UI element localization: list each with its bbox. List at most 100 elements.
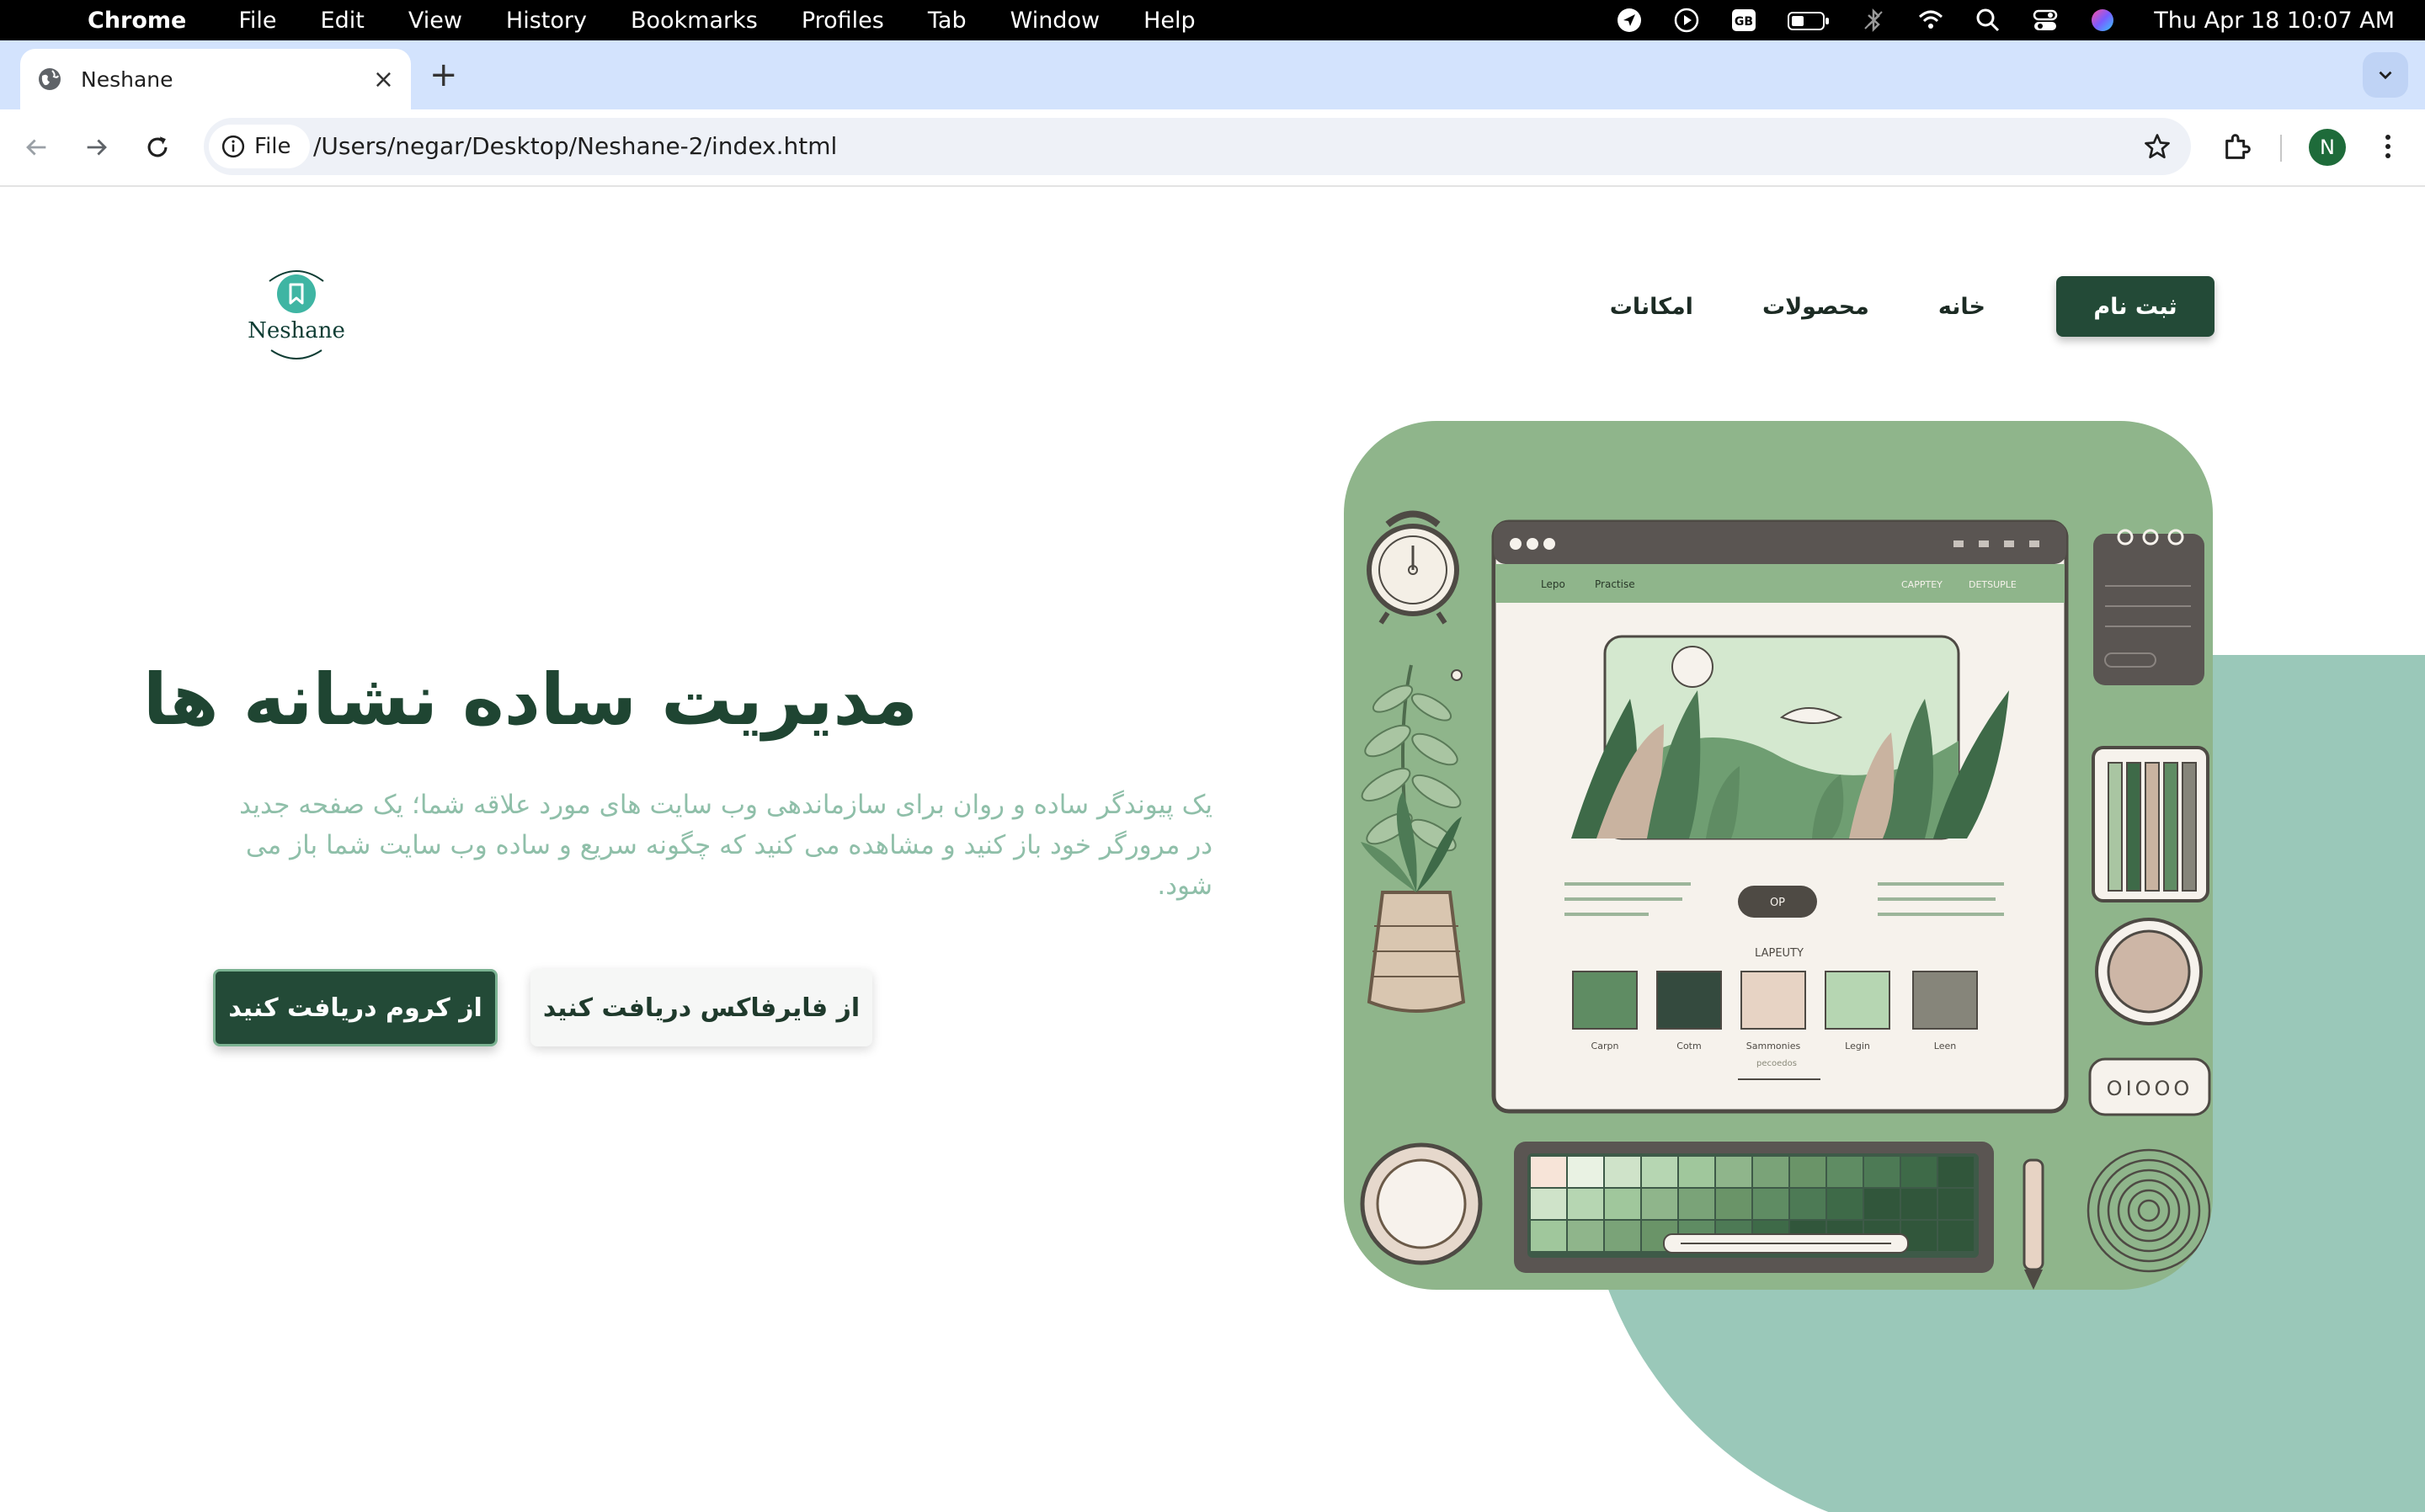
site-info-label: File xyxy=(254,134,291,159)
chrome-menu-button[interactable] xyxy=(2373,130,2403,163)
battery-icon[interactable] xyxy=(1787,8,1831,33)
nav-home[interactable]: خانه xyxy=(1938,294,1985,320)
globe-icon xyxy=(39,68,61,90)
menu-tab[interactable]: Tab xyxy=(928,8,967,34)
web-page: Neshane ثبت نام خانه محصولات امکانات مدی… xyxy=(0,187,2425,1512)
palette-cell xyxy=(1531,1157,1566,1187)
tab-title: Neshane xyxy=(81,67,173,92)
bookmark-logo-icon xyxy=(269,270,324,359)
arrow-left-icon xyxy=(26,139,46,156)
keyboard-layout-icon[interactable]: GB xyxy=(1729,8,1758,33)
reload-button[interactable] xyxy=(135,125,180,170)
close-tab-icon[interactable]: × xyxy=(373,65,394,94)
mockup-nav-right-1: CAPPTEY xyxy=(1901,579,1943,590)
reload-icon xyxy=(147,136,168,157)
new-tab-button[interactable]: + xyxy=(429,56,458,94)
forward-button[interactable] xyxy=(74,125,120,170)
hero-illustration: Lepo Practise CAPPTEY DETSUPLE OP LAPEUT… xyxy=(1344,421,2213,1290)
palette-cell xyxy=(1753,1189,1788,1219)
menu-profiles[interactable]: Profiles xyxy=(802,8,884,34)
palette-cell xyxy=(1864,1189,1900,1219)
palette-cell xyxy=(1827,1189,1863,1219)
palette-cell xyxy=(1642,1157,1677,1187)
color-palette-tray xyxy=(1514,1142,1994,1273)
download-firefox-button[interactable]: از فایرفاکس دریافت کنید xyxy=(530,969,872,1046)
palette-cell xyxy=(1568,1221,1603,1251)
menubar-clock[interactable]: Thu Apr 18 10:07 AM xyxy=(2154,8,2395,34)
toggle-badge: OIOOO xyxy=(2088,1057,2211,1116)
palette-cell xyxy=(1716,1189,1751,1219)
control-center-icon[interactable] xyxy=(2031,8,2060,33)
palette-cell xyxy=(1938,1157,1974,1187)
round-plate-icon xyxy=(1360,1142,1483,1265)
mockup-nav-left-2: Practise xyxy=(1595,578,1635,590)
url-text[interactable]: /Users/negar/Desktop/Neshane-2/index.htm… xyxy=(313,118,837,175)
menu-view[interactable]: View xyxy=(408,8,462,34)
workspace-illustration: Lepo Practise CAPPTEY DETSUPLE OP LAPEUT… xyxy=(1360,510,2211,1290)
wifi-icon[interactable] xyxy=(1916,8,1945,33)
mockup-swatch-label-1: Carpn xyxy=(1591,1041,1619,1051)
spiral-coaster-icon xyxy=(2087,1148,2211,1273)
play-icon[interactable] xyxy=(1672,8,1701,33)
info-icon xyxy=(221,135,245,158)
mockup-swatch-label-4: Legin xyxy=(1845,1041,1870,1051)
menu-history[interactable]: History xyxy=(506,8,587,34)
tab-neshane[interactable]: Neshane × xyxy=(20,49,411,109)
mockup-pill-label: OP xyxy=(1770,897,1785,909)
profile-avatar[interactable]: N xyxy=(2309,129,2346,166)
coffee-cup-icon xyxy=(2095,918,2203,1025)
mockup-swatch-label-2: Cotm xyxy=(1676,1041,1701,1051)
extensions-puzzle-icon[interactable] xyxy=(2221,130,2255,163)
palette-cell xyxy=(1864,1157,1900,1187)
palette-cell xyxy=(1716,1157,1751,1187)
download-chrome-button[interactable]: از کروم دریافت کنید xyxy=(213,969,498,1046)
palette-cell xyxy=(1827,1157,1863,1187)
address-bar[interactable]: File /Users/negar/Desktop/Neshane-2/inde… xyxy=(204,118,2191,175)
palette-cell xyxy=(1531,1189,1566,1219)
palette-cell xyxy=(1568,1189,1603,1219)
tab-strip: Neshane × + xyxy=(0,40,2425,109)
location-icon[interactable] xyxy=(1615,8,1644,33)
tab-search-button[interactable] xyxy=(2363,52,2408,98)
mockup-nav-left-1: Lepo xyxy=(1541,578,1565,590)
palette-cell xyxy=(1679,1157,1714,1187)
menu-edit[interactable]: Edit xyxy=(321,8,365,34)
spotlight-icon[interactable] xyxy=(1974,8,2002,33)
mockup-swatch-sublabel: pecoedos xyxy=(1756,1059,1797,1068)
browser-mockup: Lepo Practise CAPPTEY DETSUPLE OP LAPEUT… xyxy=(1491,519,2069,1114)
site-logo[interactable]: Neshane xyxy=(244,263,349,365)
menu-file[interactable]: File xyxy=(238,8,276,34)
palette-cell xyxy=(1790,1189,1825,1219)
signup-button[interactable]: ثبت نام xyxy=(2056,276,2214,337)
palette-cell xyxy=(1938,1221,1974,1251)
menu-app-name[interactable]: Chrome xyxy=(88,8,186,34)
back-button[interactable] xyxy=(13,125,59,170)
bookmark-star-icon[interactable] xyxy=(2142,131,2172,162)
palette-cell xyxy=(1938,1189,1974,1219)
site-info-chip[interactable]: File xyxy=(209,125,310,168)
nav-features[interactable]: امکانات xyxy=(1610,294,1693,320)
palette-cell xyxy=(1605,1157,1640,1187)
alarm-clock-icon xyxy=(1367,510,1459,625)
chevron-down-icon xyxy=(2379,71,2392,80)
toolbar-divider xyxy=(2280,135,2282,162)
palette-cell xyxy=(1642,1189,1677,1219)
menu-bookmarks[interactable]: Bookmarks xyxy=(631,8,758,34)
macos-menu-bar: Chrome File Edit View History Bookmarks … xyxy=(0,0,2425,40)
palette-cell xyxy=(1531,1221,1566,1251)
pencil-holder-icon xyxy=(2092,746,2209,902)
menu-help[interactable]: Help xyxy=(1143,8,1196,34)
bluetooth-icon[interactable] xyxy=(1859,8,1888,33)
palette-cell xyxy=(1901,1157,1937,1187)
arrow-right-icon xyxy=(87,139,107,156)
mockup-nav-right-2: DETSUPLE xyxy=(1969,579,2017,590)
hero-title: مدیریت ساده نشانه ها xyxy=(142,658,918,741)
menu-window[interactable]: Window xyxy=(1010,8,1100,34)
mockup-palette-title: LAPEUTY xyxy=(1755,947,1804,960)
nav-products[interactable]: محصولات xyxy=(1762,294,1869,320)
keyboard-layout-text: GB xyxy=(1735,15,1753,29)
siri-icon[interactable] xyxy=(2088,8,2117,33)
browser-toolbar: File /Users/negar/Desktop/Neshane-2/inde… xyxy=(0,109,2425,187)
notepad-icon xyxy=(2093,529,2204,685)
palette-cell xyxy=(1679,1189,1714,1219)
